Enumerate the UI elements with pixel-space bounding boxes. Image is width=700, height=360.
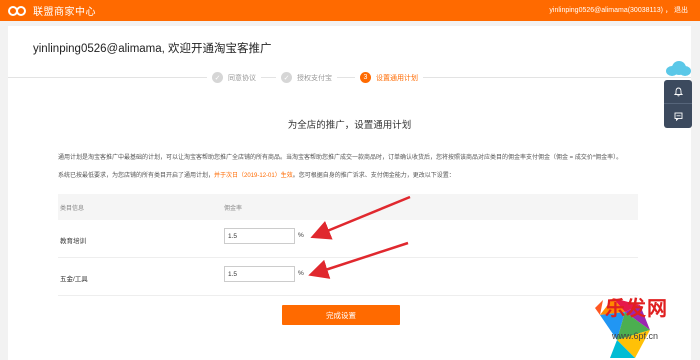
chat-icon[interactable] <box>664 104 692 128</box>
watermark-text: 乐发网 <box>605 296 668 320</box>
red-arrow <box>308 241 409 279</box>
watermark-url: www.6pf.cn <box>612 331 659 341</box>
finish-setup-button[interactable]: 完成设置 <box>282 305 400 325</box>
red-arrow <box>310 195 411 240</box>
side-toolbar <box>664 80 692 128</box>
cloud-mascot-icon[interactable] <box>664 60 692 78</box>
bell-icon[interactable] <box>664 80 692 104</box>
